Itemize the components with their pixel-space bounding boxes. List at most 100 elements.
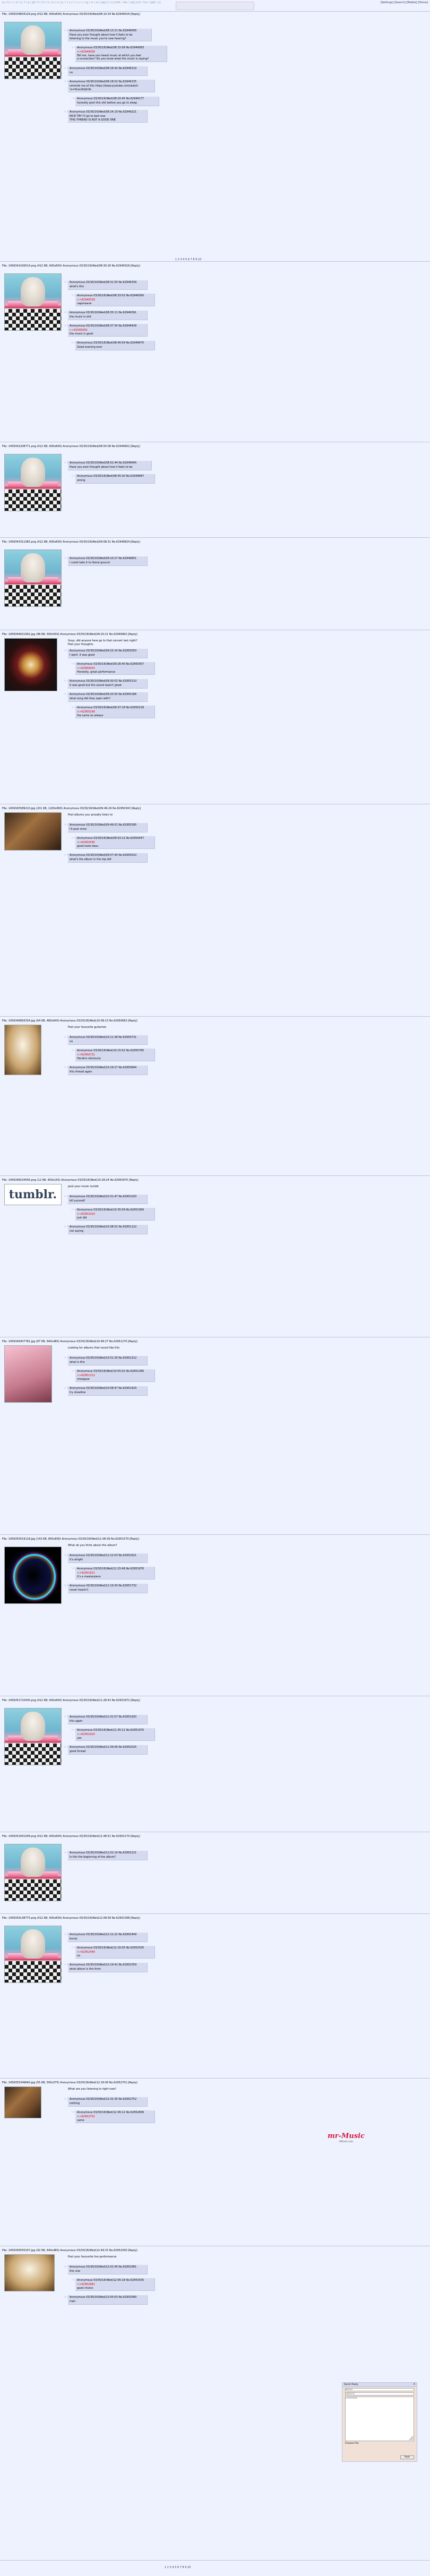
reply-header: Anonymous 03/30/16(Wed)11:12:03 No.62951… [70,1554,137,1557]
reply-post: >> Anonymous 03/30/16(Wed)10:19:27 No.629… [64,1066,148,1075]
op-image[interactable] [4,1926,62,1983]
reply-arrow-icon: >> [71,706,77,709]
reply-arrow-icon: >> [64,461,70,465]
reply-arrow-icon: >> [64,679,70,683]
reply-post: >> Anonymous 03/30/16(Wed)11:39:06 No.629… [64,1745,148,1755]
reply-comment: >>62949339 vaporwave [77,298,95,305]
op-image[interactable] [4,1025,41,1075]
reply-header: Anonymous 03/30/16(Wed)09:53:12 No.62950… [77,837,144,840]
op-image[interactable] [4,549,62,607]
reply-post: >> Anonymous 03/30/16(Wed)10:35:09 No.629… [71,1208,155,1221]
reply-comment: never heard it [70,1588,89,1592]
reply-comment: I'll post mine [70,828,87,831]
reply-post: >> Anonymous 03/30/16(Wed)11:52:14 No.629… [64,1851,148,1860]
reply-post: >> Anonymous 03/30/16(Wed)10:15:02 No.629… [71,1049,155,1061]
op-image[interactable] [4,1345,52,1403]
op-image[interactable] [4,22,62,79]
op-header: File: 1459341026514.png (412 KB, 600x600… [2,264,140,268]
op-image[interactable] [4,1547,62,1604]
reply-header: Anonymous 03/30/16(Wed)10:38:52 No.62951… [70,1225,137,1229]
reply-arrow-icon: >> [71,2278,77,2282]
reply-arrow-icon: >> [64,29,70,32]
pagination-bottom[interactable]: 1 2 3 4 5 6 7 8 9 10 [165,2566,191,2569]
op-comment: Post your favourite guitarists [68,1026,107,1029]
reply-post: >> Anonymous 03/30/16(Wed)10:58:47 No.629… [64,1386,148,1396]
reply-arrow-icon: >> [64,1963,70,1967]
reply-comment: >>62951312 shoegaze [77,1374,95,1381]
reply-post: >> Anonymous 03/30/16(Wed)12:36:12 No.629… [71,2110,155,2123]
thread: File: 1459343311083.png (412 KB, 600x600… [2,540,419,607]
op-comment: post your music tumblr [68,1185,99,1188]
op-header: File: 1459356555207.jpg (92 KB, 640x480)… [2,2249,137,2252]
reply-post: >> Anonymous 03/30/16(Wed)09:49:51 No.629… [64,823,148,832]
reply-arrow-icon: >> [64,823,70,827]
reply-header: Anonymous 03/30/16(Wed)12:52:40 No.62952… [70,2265,137,2269]
comment-field[interactable] [345,2397,414,2441]
reply-comment: >>62950003 Honestly, great performance [77,667,115,674]
reply-post: >> Anonymous 03/30/16(Wed)09:30:02 No.629… [64,679,148,689]
op-image[interactable] [4,1844,62,1901]
reply-header: Anonymous 03/30/16(Wed)10:35:09 No.62951… [77,1208,144,1212]
op-image[interactable]: tumblr. [4,1184,62,1205]
ad-subtext: Affiliate Links [339,2140,354,2143]
ad-banner[interactable]: mr-Music Affiliate Links [324,2132,368,2145]
reply-header: Anonymous 03/30/16(Wed)11:52:14 No.62952… [70,1851,137,1854]
reply-header: Anonymous 03/30/16(Wed)11:35:21 No.62951… [77,1729,144,1732]
reply-comment: >>62951621 it's a masterpiece [77,1572,101,1578]
reply-comment: try slowdive [70,1391,86,1394]
reply-header: Anonymous 03/30/16(Wed)12:16:05 No.62952… [77,1946,144,1950]
reply-header: Anonymous 03/30/16(Wed)08:52:44 No.62949… [70,461,137,465]
board-list[interactable]: [a / b / c / d / e / f / g / gif / h / h… [2,1,161,4]
op-image[interactable] [4,2086,41,2118]
reply-arrow-icon: >> [64,311,70,314]
reply-header: Anonymous 03/30/16(Wed)12:36:12 No.62952… [77,2111,144,2114]
reply-arrow-icon: >> [71,97,77,100]
reply-comment: >>62951020 just did [77,1213,95,1220]
reply-post: >> Anonymous 03/30/16(Wed)10:51:30 No.629… [64,1356,148,1366]
reply-header: Anonymous 03/30/16(Wed)08:33:02 No.62949… [77,294,144,297]
reply-header: Anonymous 03/30/16(Wed)11:31:57 No.62951… [70,1715,137,1719]
reply-arrow-icon: >> [64,1851,70,1854]
op-image[interactable] [4,273,62,331]
reply-header: Anonymous 03/30/16(Wed)08:13:21 No.62949… [70,29,137,32]
reply-post: >> Anonymous 03/30/16(Wed)08:33:02 No.629… [71,294,155,306]
thread: File: 1459349307781.jpg (87 KB, 640x480)… [2,1340,419,1403]
op-image[interactable] [4,638,57,691]
reply-header: Anonymous 03/30/16(Wed)10:51:30 No.62951… [70,1356,137,1360]
thread: File: 1459354138775.png (412 KB, 600x600… [2,1917,419,1983]
name-field[interactable] [345,2388,414,2391]
op-comment: Looking for albums that sound like this [68,1346,120,1350]
close-icon[interactable]: X [414,2383,415,2386]
reply-comment: It was good but the sound wasn't great [70,684,122,687]
op-image[interactable] [4,454,62,511]
thread: File: 1459351722430.png (412 KB, 600x600… [2,1699,419,1765]
reply-comment: what's the album in the top left [70,858,111,861]
reply-comment: no [70,71,73,74]
reply-post: >> Anonymous 03/30/16(Wed)08:16:42 No.629… [64,66,148,76]
reply-post: >> Anonymous 03/30/16(Wed)08:35:11 No.629… [64,311,148,320]
reply-header: Anonymous 03/30/16(Wed)08:35:11 No.62949… [70,311,137,314]
reply-post: >> Anonymous 03/30/16(Wed)11:35:21 No.629… [71,1728,155,1741]
op-image[interactable] [4,2254,55,2291]
site-nav-links[interactable]: [Settings] [Search] [Mobile] [Home] [381,1,428,4]
op-image[interactable] [4,812,62,851]
reply-arrow-icon: >> [64,1035,70,1039]
options-field[interactable] [345,2392,414,2395]
thread: File: 1459342208771.png (412 KB, 600x600… [2,445,419,511]
post-button[interactable]: Post [400,2455,414,2459]
reply-post: >> Anonymous 03/30/16(Wed)11:31:57 No.629… [64,1715,148,1724]
reply-header: Anonymous 03/30/16(Wed)12:19:41 No.62952… [70,1963,137,1967]
thread-separator [0,2078,430,2079]
thread-separator [0,1016,430,1017]
reply-post: >> Anonymous 03/30/16(Wed)08:15:08 No.629… [71,46,167,62]
reply-post: >> Anonymous 03/30/16(Wed)08:40:09 No.629… [71,341,155,350]
op-image[interactable] [4,1708,62,1765]
reply-comment: I went. it was good [70,654,95,657]
op-comment: What do you think about this album? [68,1544,117,1547]
file-chooser[interactable]: Choose File [345,2442,359,2445]
reply-header: Anonymous 03/30/16(Wed)12:32:35 No.62952… [70,2098,137,2101]
reply-comment: NICE TRY I'll go to bed now THIS THREAD I… [70,115,116,122]
pagination-top[interactable]: 1 2 3 4 5 6 7 8 9 10 [175,258,201,261]
reply-post: >> Anonymous 03/30/16(Wed)10:11:38 No.629… [64,1035,148,1045]
reply-comment: this again [70,1720,83,1723]
